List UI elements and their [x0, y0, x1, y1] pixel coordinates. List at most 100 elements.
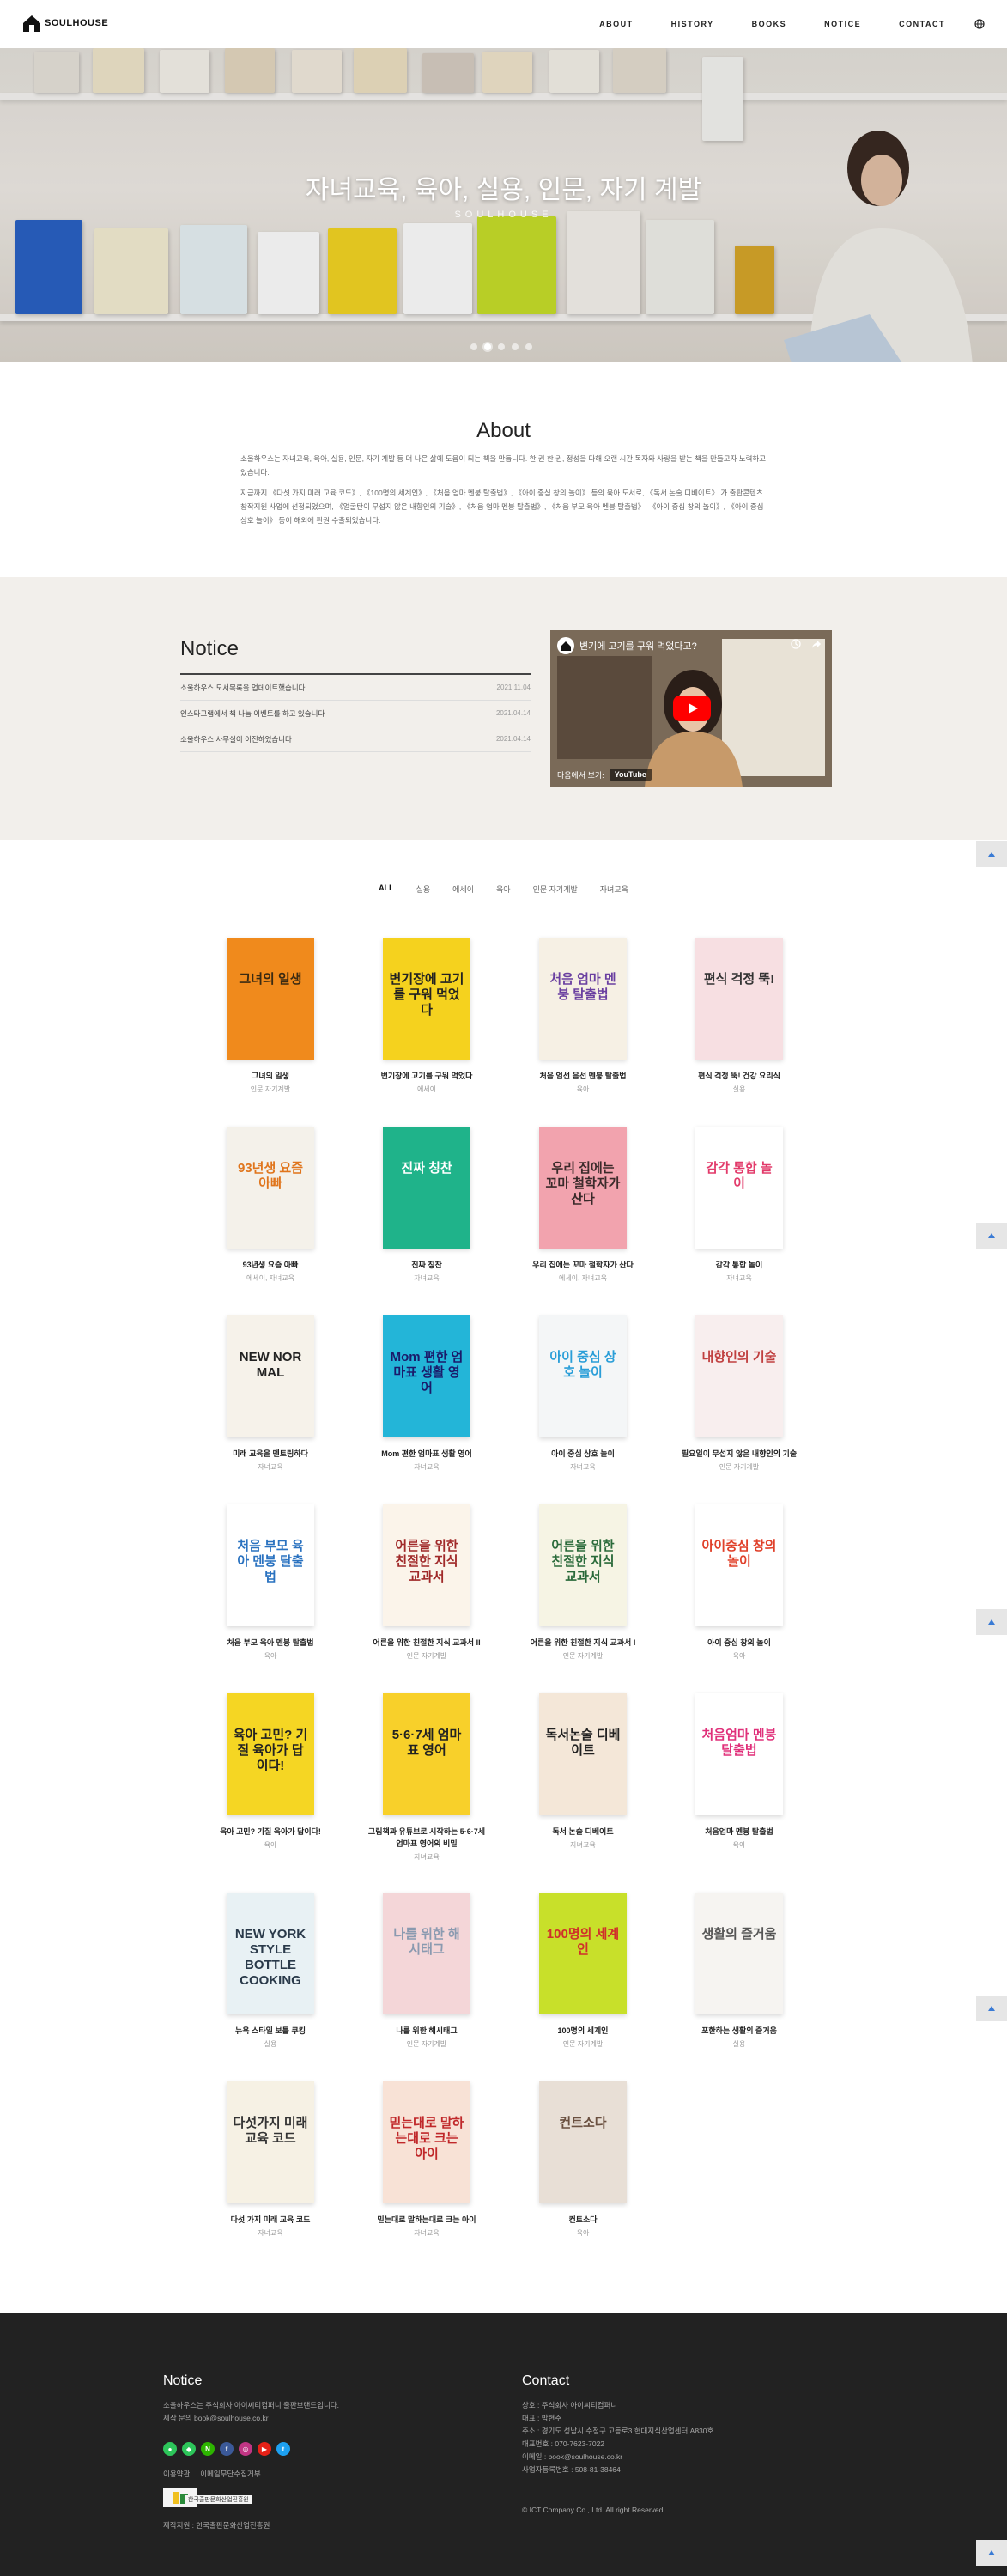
filter-essay[interactable]: 에세이 [452, 884, 474, 895]
terms-link[interactable]: 이용약관 [163, 2469, 190, 2479]
book-card[interactable]: NEW NOR MAL 미래 교육을 멘토링하다 자녀교육 [210, 1315, 331, 1472]
book-cover[interactable]: NEW YORK STYLE BOTTLE COOKING [227, 1893, 314, 2014]
book-cover[interactable]: 나를 위한 해시태그 [383, 1893, 470, 2014]
book-title[interactable]: 포한하는 생활의 즐거움 [679, 2025, 799, 2037]
filter-parenting[interactable]: 육아 [496, 884, 511, 895]
book-title[interactable]: 뉴욕 스타일 보틀 쿠킹 [210, 2025, 331, 2037]
slider-dot[interactable] [512, 343, 519, 350]
twitter-icon[interactable]: t [276, 2442, 290, 2456]
book-title[interactable]: 아이 중심 창의 놀이 [679, 1637, 799, 1649]
nav-contact[interactable]: CONTACT [899, 20, 945, 28]
book-card[interactable]: 93년생 요즘 아빠 93년생 요즘 아빠 에세이, 자녀교육 [210, 1127, 331, 1283]
book-title[interactable]: 우리 집에는 꼬마 철학자가 산다 [523, 1259, 643, 1271]
book-card[interactable]: 나를 위한 해시태그 나를 위한 해시태그 인문 자기계발 [367, 1893, 487, 2049]
book-title[interactable]: 다섯 가지 미래 교육 코드 [210, 2214, 331, 2226]
nav-books[interactable]: BOOKS [752, 20, 787, 28]
book-card[interactable]: 그녀의 일생 그녀의 일생 인문 자기계발 [210, 938, 331, 1094]
book-cover[interactable]: 93년생 요즘 아빠 [227, 1127, 314, 1249]
book-cover[interactable]: 어른을 위한 친절한 지식 교과서 [539, 1504, 627, 1626]
scroll-top-button[interactable] [976, 2540, 1007, 2566]
book-card[interactable]: 진짜 칭찬 진짜 칭찬 자녀교육 [367, 1127, 487, 1283]
scroll-top-button[interactable] [976, 841, 1007, 867]
book-title[interactable]: 93년생 요즘 아빠 [210, 1259, 331, 1271]
filter-humanities[interactable]: 인문 자기계발 [533, 884, 578, 895]
kakao-icon[interactable]: ● [163, 2442, 177, 2456]
book-card[interactable]: 아이중심 창의놀이 아이 중심 창의 놀이 육아 [679, 1504, 799, 1661]
book-card[interactable]: 어른을 위한 친절한 지식 교과서 어른을 위한 친절한 지식 교과서 I 인문 자… [523, 1504, 643, 1661]
book-cover[interactable]: 감각 통합 놀이 [695, 1127, 783, 1249]
book-cover[interactable]: 처음 부모 육아 멘붕 탈출법 [227, 1504, 314, 1626]
share-icon[interactable] [811, 639, 822, 649]
book-card[interactable]: 아이 중심 상호 놀이 아이 중심 상호 놀이 자녀교육 [523, 1315, 643, 1472]
book-cover[interactable]: NEW NOR MAL [227, 1315, 314, 1437]
youtube-video[interactable]: 변기에 고기를 구워 먹었다고? 다음에서 보기: YouTube [550, 630, 832, 787]
book-cover[interactable]: 육아 고민? 기질 육아가 답이다! [227, 1693, 314, 1815]
watch-later-icon[interactable] [791, 639, 801, 649]
book-card[interactable]: 컨트소다 컨트소다 육아 [523, 2081, 643, 2238]
play-button[interactable] [673, 696, 711, 721]
book-title[interactable]: 어른을 위한 친절한 지식 교과서 II [367, 1637, 487, 1649]
book-cover[interactable]: 독서논술 디베이트 [539, 1693, 627, 1815]
filter-practical[interactable]: 실용 [416, 884, 431, 895]
talk-icon[interactable]: ◆ [182, 2442, 196, 2456]
book-card[interactable]: 처음 부모 육아 멘붕 탈출법 처음 부모 육아 멘붕 탈출법 육아 [210, 1504, 331, 1661]
facebook-icon[interactable]: f [220, 2442, 234, 2456]
book-cover[interactable]: 처음엄마 멘붕 탈출법 [695, 1693, 783, 1815]
book-cover[interactable]: 컨트소다 [539, 2081, 627, 2203]
book-title[interactable]: 컨트소다 [523, 2214, 643, 2226]
book-title[interactable]: 그림책과 유튜브로 시작하는 5·6·7세 엄마표 영어의 비밀 [367, 1826, 487, 1850]
book-title[interactable]: 그녀의 일생 [210, 1070, 331, 1082]
book-card[interactable]: 편식 걱정 뚝! 편식 걱정 뚝! 건강 요리식 실용 [679, 938, 799, 1094]
filter-all[interactable]: ALL [379, 884, 394, 895]
book-card[interactable]: 믿는대로 말하는대로 크는 아이 믿는대로 말하는대로 크는 아이 자녀교육 [367, 2081, 487, 2238]
book-title[interactable]: 감각 통합 놀이 [679, 1259, 799, 1271]
book-title[interactable]: 아이 중심 상호 놀이 [523, 1448, 643, 1460]
book-card[interactable]: 감각 통합 놀이 감각 통합 놀이 자녀교육 [679, 1127, 799, 1283]
book-card[interactable]: 변기장에 고기를 구워 먹었다 변기장에 고기를 구워 먹었다 에세이 [367, 938, 487, 1094]
book-cover[interactable]: 진짜 칭찬 [383, 1127, 470, 1249]
book-title[interactable]: Mom 편한 엄마표 생활 영어 [367, 1448, 487, 1460]
book-title[interactable]: 처음 부모 육아 멘붕 탈출법 [210, 1637, 331, 1649]
book-card[interactable]: 처음 엄마 멘붕 탈출법 처음 엄선 음선 멘붕 탈출법 육아 [523, 938, 643, 1094]
book-title[interactable]: 독서 논술 디베이트 [523, 1826, 643, 1838]
nav-history[interactable]: HISTORY [671, 20, 714, 28]
slider-dot[interactable] [498, 343, 505, 350]
book-title[interactable]: 나를 위한 해시태그 [367, 2025, 487, 2037]
nav-about[interactable]: ABOUT [599, 20, 634, 28]
book-card[interactable]: 우리 집에는 꼬마 철학자가 산다 우리 집에는 꼬마 철학자가 산다 에세이, 자… [523, 1127, 643, 1283]
logo[interactable]: SOULHOUSE [22, 14, 108, 33]
book-card[interactable]: 내향인의 기술 필요일이 무섭지 않은 내향인의 기술 인문 자기계발 [679, 1315, 799, 1472]
book-cover[interactable]: 아이중심 창의놀이 [695, 1504, 783, 1626]
book-cover[interactable]: 편식 걱정 뚝! [695, 938, 783, 1060]
book-cover[interactable]: 생활의 즐거움 [695, 1893, 783, 2014]
instagram-icon[interactable]: ◎ [239, 2442, 252, 2456]
book-title[interactable]: 필요일이 무섭지 않은 내향인의 기술 [679, 1448, 799, 1460]
notice-item[interactable]: 인스타그램에서 책 나눔 이벤트를 하고 있습니다 2021.04.14 [180, 701, 531, 726]
scroll-top-button[interactable] [976, 1609, 1007, 1635]
book-cover[interactable]: 어른을 위한 친절한 지식 교과서 [383, 1504, 470, 1626]
book-title[interactable]: 처음엄마 멘붕 탈출법 [679, 1826, 799, 1838]
book-title[interactable]: 육아 고민? 기질 육아가 답이다! [210, 1826, 331, 1838]
globe-icon[interactable] [974, 19, 985, 29]
slider-dot-active[interactable] [484, 343, 491, 350]
book-title[interactable]: 진짜 칭찬 [367, 1259, 487, 1271]
book-cover[interactable]: 우리 집에는 꼬마 철학자가 산다 [539, 1127, 627, 1249]
book-card[interactable]: 다섯가지 미래교육 코드 다섯 가지 미래 교육 코드 자녀교육 [210, 2081, 331, 2238]
book-cover[interactable]: 내향인의 기술 [695, 1315, 783, 1437]
scroll-top-button[interactable] [976, 1996, 1007, 2021]
book-cover[interactable]: 변기장에 고기를 구워 먹었다 [383, 938, 470, 1060]
book-title[interactable]: 미래 교육을 멘토링하다 [210, 1448, 331, 1460]
book-card[interactable]: 육아 고민? 기질 육아가 답이다! 육아 고민? 기질 육아가 답이다! 육아 [210, 1693, 331, 1850]
book-title[interactable]: 편식 걱정 뚝! 건강 요리식 [679, 1070, 799, 1082]
book-card[interactable]: NEW YORK STYLE BOTTLE COOKING 뉴욕 스타일 보틀 쿠… [210, 1893, 331, 2049]
book-cover[interactable]: 처음 엄마 멘붕 탈출법 [539, 938, 627, 1060]
notice-item[interactable]: 소울하우스 도서목록을 업데이트했습니다 2021.11.04 [180, 675, 531, 701]
book-cover[interactable]: 그녀의 일생 [227, 938, 314, 1060]
email-policy-link[interactable]: 이메일무단수집거부 [200, 2469, 260, 2479]
slider-dot[interactable] [525, 343, 532, 350]
book-card[interactable]: 5·6·7세 엄마표 영어 그림책과 유튜브로 시작하는 5·6·7세 엄마표 영… [367, 1693, 487, 1862]
book-title[interactable]: 100명의 세계인 [523, 2025, 643, 2037]
book-card[interactable]: 생활의 즐거움 포한하는 생활의 즐거움 실용 [679, 1893, 799, 2049]
book-title[interactable]: 어른을 위한 친절한 지식 교과서 I [523, 1637, 643, 1649]
book-cover[interactable]: 다섯가지 미래교육 코드 [227, 2081, 314, 2203]
